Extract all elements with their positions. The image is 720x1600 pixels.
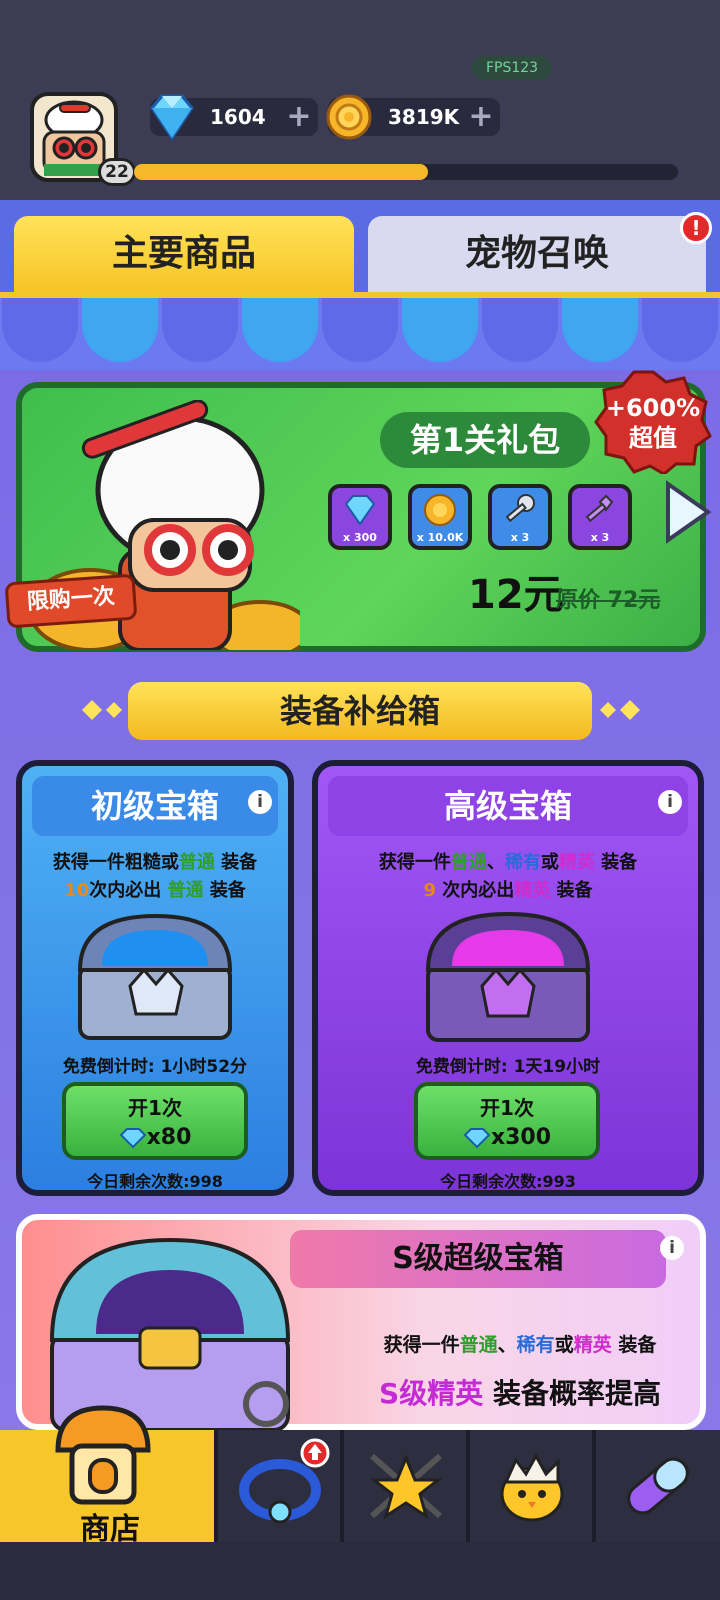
section-title-equipment-supply: 装备补给箱 bbox=[128, 682, 592, 740]
basic-chest-timer: 免费倒计时: 1小时52分 bbox=[62, 1057, 248, 1077]
section-ornament-right-icon bbox=[600, 700, 640, 720]
pet-summon-alert-badge: ! bbox=[680, 212, 712, 244]
open-label: 开1次 bbox=[128, 1096, 182, 1120]
tab-main-goods[interactable]: 主要商品 bbox=[14, 216, 354, 292]
super-chest-desc-2: S级精英 装备概率提高 bbox=[379, 1377, 661, 1410]
add-gems-button[interactable]: + bbox=[284, 101, 314, 133]
gift-item-silver-key: x 3 bbox=[488, 484, 552, 550]
gift-pack-title: 第1关礼包 bbox=[380, 412, 590, 468]
basic-chest-open-button[interactable]: 开1次 x80 bbox=[62, 1082, 248, 1160]
gift-price[interactable]: 12元 bbox=[468, 562, 564, 620]
gift-item-qty: x 10.0K bbox=[416, 531, 464, 544]
nav-pets[interactable] bbox=[470, 1430, 596, 1542]
gold-coin-icon bbox=[326, 94, 372, 140]
basic-chest-card[interactable]: 初级宝箱 i 获得一件粗糙或普通 装备 10次内必出 普通 装备 免费倒计时: … bbox=[16, 760, 294, 1196]
xp-progress-bar bbox=[134, 164, 678, 180]
advanced-chest-timer: 免费倒计时: 1天19小时 bbox=[415, 1057, 601, 1077]
nav-equipment[interactable] bbox=[218, 1430, 344, 1542]
gem-icon bbox=[150, 94, 194, 141]
star-swords-icon bbox=[369, 1453, 443, 1520]
gem-icon bbox=[463, 1128, 491, 1149]
super-chest-desc-1: 获得一件普通、稀有或精英 装备 bbox=[383, 1334, 657, 1356]
advanced-chest-desc-2: 9 次内必出精英 装备 bbox=[423, 880, 593, 901]
gold-amount: 3819K bbox=[388, 105, 460, 129]
basic-chest-cost: x80 bbox=[66, 1125, 244, 1150]
info-icon[interactable]: i bbox=[658, 790, 682, 814]
badge-label: 超值 bbox=[629, 424, 677, 452]
super-chest-title: S级超级宝箱 bbox=[290, 1230, 666, 1288]
basic-chest-desc-2: 10次内必出 普通 装备 bbox=[64, 880, 246, 901]
advanced-chest-title: 高级宝箱 bbox=[328, 776, 688, 836]
value-badge-text: +600% 超值 bbox=[594, 393, 712, 453]
badge-percent: +600% bbox=[605, 394, 701, 422]
shop-icon bbox=[55, 1405, 151, 1505]
player-level-badge: 22 bbox=[98, 158, 136, 186]
gem-icon bbox=[119, 1128, 147, 1149]
gift-item-purple-key: x 3 bbox=[568, 484, 632, 550]
upgrade-arrow-icon bbox=[300, 1438, 330, 1468]
gift-original-price: 原价 72元 bbox=[556, 588, 661, 613]
info-icon[interactable]: i bbox=[660, 1236, 684, 1260]
bottom-bar bbox=[0, 1542, 720, 1600]
top-hud: FPS123 22 1604 + 3819K + bbox=[0, 0, 720, 200]
gift-item-qty: x 300 bbox=[343, 531, 377, 544]
advanced-chest-card[interactable]: 高级宝箱 i 获得一件普通、稀有或精英 装备 9 次内必出精英 装备 免费倒计时… bbox=[312, 760, 704, 1196]
add-gold-button[interactable]: + bbox=[466, 101, 496, 133]
purple-key-icon bbox=[585, 494, 614, 523]
open-label: 开1次 bbox=[480, 1096, 534, 1120]
section-ornament-left-icon bbox=[82, 700, 122, 720]
gem-counter: 1604 + bbox=[150, 94, 318, 141]
fps-counter: FPS123 bbox=[472, 56, 552, 80]
gem-icon bbox=[344, 495, 376, 526]
gift-item-qty: x 3 bbox=[510, 531, 530, 544]
advanced-chest-remaining: 今日剩余次数:993 bbox=[440, 1172, 576, 1191]
advanced-chest-icon bbox=[425, 911, 591, 1042]
gift-item-qty: x 3 bbox=[590, 531, 610, 544]
advanced-chest-cost: x300 bbox=[418, 1125, 596, 1150]
hatching-chick-icon bbox=[500, 1452, 564, 1522]
gold-counter: 3819K + bbox=[326, 94, 500, 140]
basic-chest-icon bbox=[77, 913, 233, 1040]
nav-items[interactable] bbox=[596, 1430, 720, 1542]
next-arrow-icon[interactable] bbox=[662, 480, 712, 544]
capsule-icon bbox=[627, 1457, 689, 1515]
basic-chest-title: 初级宝箱 bbox=[32, 776, 278, 836]
gift-item-gems: x 300 bbox=[328, 484, 392, 550]
gem-amount: 1604 bbox=[210, 105, 266, 129]
gold-coin-icon bbox=[424, 494, 456, 526]
info-icon[interactable]: i bbox=[248, 790, 272, 814]
silver-key-icon bbox=[505, 494, 535, 523]
gift-item-gold: x 10.0K bbox=[408, 484, 472, 550]
shop-awning bbox=[0, 298, 720, 370]
nav-battle[interactable] bbox=[344, 1430, 470, 1542]
advanced-chest-desc-1: 获得一件普通、稀有或精英 装备 bbox=[378, 852, 638, 873]
xp-progress-fill bbox=[134, 164, 428, 180]
limited-once-tag: 限购一次 bbox=[4, 573, 138, 629]
shop-tabs: 主要商品 宠物召唤 bbox=[0, 200, 720, 300]
advanced-chest-open-button[interactable]: 开1次 x300 bbox=[414, 1082, 600, 1160]
basic-chest-remaining: 今日剩余次数:998 bbox=[87, 1172, 223, 1191]
tab-pet-summon[interactable]: 宠物召唤 bbox=[368, 216, 706, 292]
basic-chest-desc-1: 获得一件粗糙或普通 装备 bbox=[52, 852, 258, 873]
